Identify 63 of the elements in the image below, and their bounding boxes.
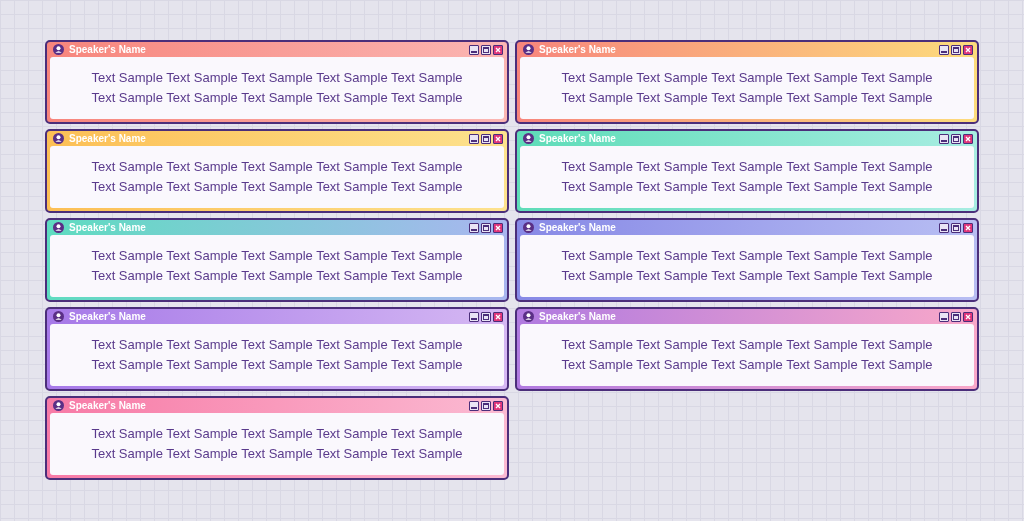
window-title: Speaker's Name <box>539 133 616 144</box>
close-button[interactable] <box>493 133 503 144</box>
dialog-text: Text Sample Text Sample Text Sample Text Sample Text Sample <box>91 179 463 195</box>
user-icon <box>53 222 64 233</box>
maximize-button[interactable] <box>951 311 961 322</box>
maximize-button[interactable] <box>951 133 961 144</box>
dialog-text: Text Sample Text Sample Text Sample Text Sample Text Sample <box>561 179 933 195</box>
close-button[interactable] <box>963 222 973 233</box>
dialog-text: Text Sample Text Sample Text Sample Text Sample Text Sample <box>91 426 463 442</box>
close-button[interactable] <box>493 400 503 411</box>
dialog-text: Text Sample Text Sample Text Sample Text Sample Text Sample <box>91 248 463 264</box>
user-icon <box>53 311 64 322</box>
maximize-button[interactable] <box>951 44 961 55</box>
dialog-text: Text Sample Text Sample Text Sample Text Sample Text Sample <box>561 337 933 353</box>
user-icon <box>53 44 64 55</box>
dialog-text: Text Sample Text Sample Text Sample Text Sample Text Sample <box>561 159 933 175</box>
maximize-button[interactable] <box>481 222 491 233</box>
minimize-button[interactable] <box>469 311 479 322</box>
dialog-text: Text Sample Text Sample Text Sample Text Sample Text Sample <box>91 90 463 106</box>
user-icon <box>523 222 534 233</box>
minimize-button[interactable] <box>469 400 479 411</box>
maximize-button[interactable] <box>481 133 491 144</box>
dialog-text: Text Sample Text Sample Text Sample Text Sample Text Sample <box>561 248 933 264</box>
dialog-text: Text Sample Text Sample Text Sample Text Sample Text Sample <box>561 268 933 284</box>
close-button[interactable] <box>493 311 503 322</box>
window-title: Speaker's Name <box>69 44 146 55</box>
minimize-button[interactable] <box>469 133 479 144</box>
minimize-button[interactable] <box>469 222 479 233</box>
minimize-button[interactable] <box>939 311 949 322</box>
minimize-button[interactable] <box>939 44 949 55</box>
dialog-text: Text Sample Text Sample Text Sample Text Sample Text Sample <box>561 70 933 86</box>
window-title: Speaker's Name <box>69 400 146 411</box>
user-icon <box>523 133 534 144</box>
dialog-text: Text Sample Text Sample Text Sample Text Sample Text Sample <box>561 90 933 106</box>
close-button[interactable] <box>963 311 973 322</box>
maximize-button[interactable] <box>951 222 961 233</box>
close-button[interactable] <box>493 44 503 55</box>
user-icon <box>53 400 64 411</box>
dialog-text: Text Sample Text Sample Text Sample Text Sample Text Sample <box>91 159 463 175</box>
user-icon <box>53 133 64 144</box>
window-title: Speaker's Name <box>539 311 616 322</box>
minimize-button[interactable] <box>939 222 949 233</box>
close-button[interactable] <box>493 222 503 233</box>
maximize-button[interactable] <box>481 400 491 411</box>
minimize-button[interactable] <box>469 44 479 55</box>
window-title: Speaker's Name <box>69 133 146 144</box>
window-title: Speaker's Name <box>69 222 146 233</box>
user-icon <box>523 311 534 322</box>
user-icon <box>523 44 534 55</box>
close-button[interactable] <box>963 44 973 55</box>
window-title: Speaker's Name <box>539 222 616 233</box>
maximize-button[interactable] <box>481 44 491 55</box>
dialog-text: Text Sample Text Sample Text Sample Text Sample Text Sample <box>561 357 933 373</box>
window-title: Speaker's Name <box>539 44 616 55</box>
close-button[interactable] <box>963 133 973 144</box>
dialog-text: Text Sample Text Sample Text Sample Text Sample Text Sample <box>91 268 463 284</box>
maximize-button[interactable] <box>481 311 491 322</box>
dialog-text: Text Sample Text Sample Text Sample Text Sample Text Sample <box>91 357 463 373</box>
dialog-text: Text Sample Text Sample Text Sample Text Sample Text Sample <box>91 337 463 353</box>
dialog-text: Text Sample Text Sample Text Sample Text Sample Text Sample <box>91 446 463 462</box>
dialog-text: Text Sample Text Sample Text Sample Text Sample Text Sample <box>91 70 463 86</box>
window-title: Speaker's Name <box>69 311 146 322</box>
minimize-button[interactable] <box>939 133 949 144</box>
